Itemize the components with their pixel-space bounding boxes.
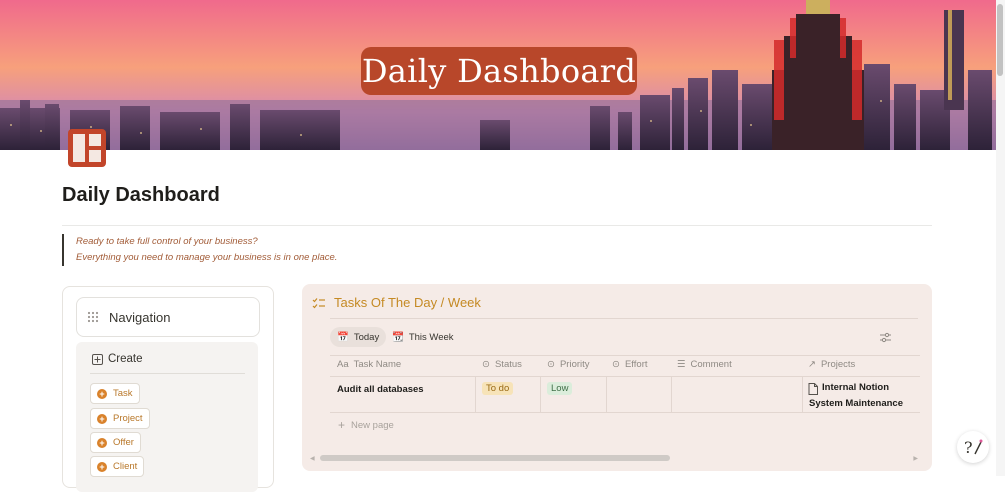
quote-block: Ready to take full control of your busin… [62,234,337,266]
tab-today[interactable]: 📅 Today [330,327,387,347]
plus-circle-icon: + [97,388,107,399]
window-grid-icon[interactable] [66,127,108,169]
page-scrollbar[interactable] [996,0,1005,476]
status-badge[interactable]: To do [482,382,514,395]
page-document-icon [808,383,818,395]
column-header-status[interactable]: ⊙ Status [482,359,522,370]
plus-circle-icon: + [97,461,107,472]
column-label: Comment [690,359,732,370]
select-circle-icon: ⊙ [612,359,620,370]
column-header-task-name[interactable]: Aa Task Name [337,359,401,370]
help-button[interactable]: ? [957,431,989,463]
relation-arrow-icon: ↗ [808,359,816,370]
tab-label: This Week [408,331,454,343]
button-label: Offer [113,437,134,448]
projects-cell[interactable]: Internal Notion [808,382,889,395]
column-label: Priority [559,359,590,370]
horizontal-scrollbar[interactable]: ◀ ▶ [310,455,918,462]
divider [671,376,672,412]
tasks-title: Tasks Of The Day / Week [334,295,481,310]
divider [330,318,918,319]
create-header: Create [92,353,143,365]
divider [330,376,920,377]
plus-icon: + [338,418,346,432]
column-label: Task Name [353,359,402,370]
create-project-button[interactable]: + Project [90,408,150,429]
column-label: Effort [624,359,648,370]
quote-line: Everything you need to manage your busin… [76,252,338,263]
button-label: Task [113,388,133,399]
create-task-button[interactable]: + Task [90,383,140,404]
scroll-left-arrow-icon[interactable]: ◀ [310,455,315,462]
text-aa-icon: Aa [337,359,349,370]
navigation-title: Navigation [109,309,171,325]
button-label: Client [113,461,138,472]
plus-square-icon [92,353,103,365]
project-link[interactable]: System Maintenance [809,398,903,409]
create-client-button[interactable]: + Client [90,456,145,477]
page-title: Daily Dashboard [62,184,220,206]
divider [540,376,541,412]
tasks-header: Tasks Of The Day / Week [312,295,481,310]
scrollbar-thumb[interactable] [997,4,1003,76]
priority-badge[interactable]: Low [547,382,573,395]
column-header-effort[interactable]: ⊙ Effort [612,359,648,370]
calendar-icon: 📅 [337,331,349,343]
scrollbar-thumb[interactable] [320,455,670,461]
create-label: Create [108,353,143,365]
select-circle-icon: ⊙ [547,359,555,370]
create-offer-button[interactable]: + Offer [90,432,141,453]
divider [330,355,920,356]
create-section: Create + Task + Project + Offer + Client [76,342,258,492]
navigation-panel: Navigation Create + Task + Project + Offer … [62,286,274,492]
plus-circle-icon: + [97,413,107,424]
column-header-priority[interactable]: ⊙ Priority [547,359,590,370]
divider [606,376,607,412]
divider [802,376,803,412]
checklist-icon [312,297,325,308]
column-label: Status [494,359,522,370]
filter-settings-icon[interactable] [880,332,891,343]
plus-circle-icon: + [97,437,107,448]
divider [62,225,932,226]
new-page-label: New page [351,419,394,431]
column-header-comment[interactable]: ☰ Comment [677,359,732,370]
cover-title-badge: Daily Dashboard [361,47,637,95]
task-name-cell[interactable]: Audit all databases [337,384,424,395]
quote-line: Ready to take full control of your busin… [76,236,258,247]
column-label: Projects [820,359,856,370]
divider [90,373,245,374]
text-lines-icon: ☰ [677,359,686,370]
question-icon: ? [964,438,983,457]
navigation-toggle[interactable]: Navigation [76,297,260,337]
project-link[interactable]: Internal Notion [822,382,889,395]
svg-text:?: ? [964,438,973,457]
column-header-projects[interactable]: ↗ Projects [808,359,855,370]
button-label: Project [113,413,143,424]
status-circle-icon: ⊙ [482,359,490,370]
tab-label: Today [353,331,380,343]
divider [475,376,476,412]
drag-grip-icon [87,311,99,323]
calendar-icon: 📆 [392,331,404,343]
new-page-button[interactable]: + New page [338,418,394,432]
tab-this-week[interactable]: 📆 This Week [385,327,461,347]
tasks-panel: Tasks Of The Day / Week 📅 Today 📆 This W… [302,284,932,471]
divider [330,412,920,413]
cover-image: Daily Dashboard [0,0,1005,150]
scroll-right-arrow-icon[interactable]: ▶ [913,455,918,462]
